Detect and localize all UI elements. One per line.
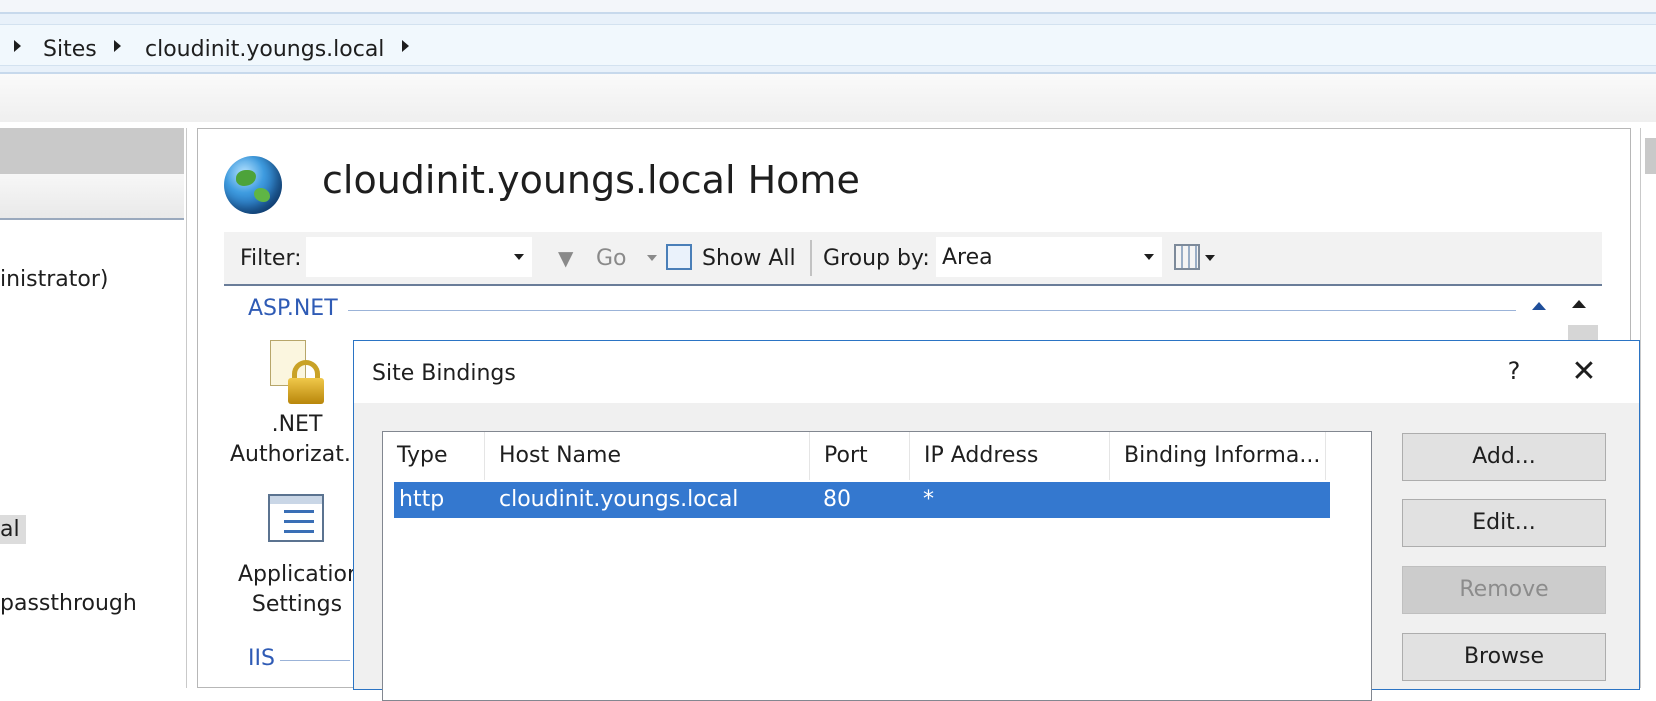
breadcrumb-item-site[interactable]: cloudinit.youngs.local: [145, 37, 384, 62]
address-bar[interactable]: Sites cloudinit.youngs.local: [0, 12, 1656, 74]
tree-item-passthrough[interactable]: passthrough: [0, 591, 137, 616]
net-authorization-icon: [268, 340, 324, 404]
window-top-strip: [0, 0, 1656, 12]
toolbar-separator: [810, 240, 812, 276]
group-by-label: Group by:: [823, 246, 930, 271]
cell-port: 80: [823, 487, 851, 512]
filter-bar: Filter: ▼ Go Show All Group by: Area: [224, 232, 1602, 286]
breadcrumb-arrow-icon[interactable]: [402, 40, 409, 52]
bindings-table[interactable]: Type Host Name Port IP Address Binding I…: [382, 431, 1372, 701]
dialog-titlebar: Site Bindings ? ✕: [354, 341, 1639, 403]
globe-icon: [224, 156, 282, 214]
connections-header: [0, 128, 184, 174]
page-title: cloudinit.youngs.local Home: [322, 158, 860, 202]
funnel-icon: ▼: [558, 246, 574, 270]
group-by-select[interactable]: Area: [936, 237, 1162, 277]
filter-input[interactable]: [306, 237, 532, 277]
view-dropdown-icon[interactable]: [1205, 255, 1215, 261]
connections-toolbar: [0, 174, 184, 220]
tree-item-site-selected[interactable]: al: [0, 515, 26, 544]
application-settings-icon: [268, 494, 324, 542]
breadcrumb-arrow-icon[interactable]: [14, 40, 21, 52]
toolbar-strip: [0, 74, 1656, 122]
cell-host-name: cloudinit.youngs.local: [499, 487, 739, 512]
close-icon[interactable]: ✕: [1564, 355, 1604, 389]
add-button[interactable]: Add...: [1402, 433, 1606, 481]
breadcrumb-item-sites[interactable]: Sites: [43, 37, 97, 62]
connections-panel: inistrator) al passthrough: [0, 128, 187, 688]
column-header-binding-info[interactable]: Binding Informa...: [1110, 432, 1326, 480]
cell-ip-address: *: [923, 487, 934, 512]
column-header-port[interactable]: Port: [810, 432, 910, 480]
site-bindings-dialog: Site Bindings ? ✕ Type Host Name Port IP…: [353, 340, 1640, 701]
dialog-title: Site Bindings: [372, 361, 516, 386]
actions-panel-edge: [1640, 128, 1656, 688]
breadcrumb: Sites cloudinit.youngs.local: [0, 24, 1656, 66]
feature-net-authorization[interactable]: .NET Authorizat...: [230, 410, 365, 470]
group-divider: [348, 310, 1516, 311]
column-header-type[interactable]: Type: [383, 432, 485, 480]
cell-type: http: [399, 487, 445, 512]
group-divider: [280, 660, 350, 661]
column-header-host-name[interactable]: Host Name: [485, 432, 810, 480]
chevron-down-icon[interactable]: [514, 254, 524, 260]
breadcrumb-arrow-icon[interactable]: [114, 40, 121, 52]
column-header-ip-address[interactable]: IP Address: [910, 432, 1110, 480]
filter-label: Filter:: [240, 246, 302, 271]
show-all-icon: [666, 244, 692, 270]
remove-button[interactable]: Remove: [1402, 566, 1606, 614]
go-button[interactable]: Go: [596, 246, 627, 271]
browse-button[interactable]: Browse: [1402, 633, 1606, 681]
edit-button[interactable]: Edit...: [1402, 499, 1606, 547]
feature-application-settings[interactable]: Applicatior Settings: [230, 560, 364, 620]
tree-item-server[interactable]: inistrator): [0, 267, 109, 292]
scroll-up-icon[interactable]: [1572, 300, 1586, 308]
chevron-down-icon[interactable]: [1144, 254, 1154, 260]
group-header-aspnet: ASP.NET: [248, 296, 338, 321]
show-all-button[interactable]: Show All: [702, 246, 796, 271]
group-header-iis: IIS: [248, 646, 275, 671]
go-dropdown-icon[interactable]: [647, 255, 657, 261]
view-icon[interactable]: [1174, 244, 1200, 270]
help-button[interactable]: ?: [1494, 357, 1534, 389]
collapse-icon[interactable]: [1532, 302, 1546, 310]
